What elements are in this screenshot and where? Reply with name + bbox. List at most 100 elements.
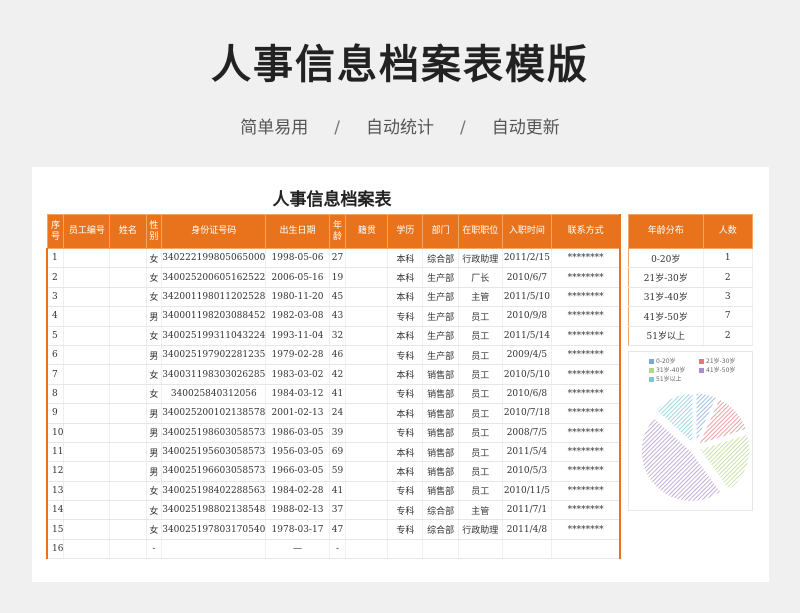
- table-row: 14 女 340025198802138548 1988-02-13 37 专科 综合部 主管…: [46, 500, 621, 521]
- table-cell: 59: [329, 461, 347, 482]
- table-cell: [63, 248, 111, 269]
- table-cell: ********: [551, 442, 621, 463]
- column-header: 出生日期: [265, 214, 330, 249]
- table-cell: [63, 423, 111, 443]
- pie-chart-svg: [640, 392, 751, 502]
- table-cell: 专科: [387, 481, 424, 502]
- legend-label: 51岁以上: [656, 376, 682, 383]
- column-header: 序号: [46, 214, 65, 249]
- table-cell: 21岁-30岁: [628, 267, 704, 288]
- table-cell: [109, 364, 147, 385]
- table-cell: 340025840312056: [161, 384, 267, 405]
- table-cell: 2010/5/10: [502, 364, 553, 385]
- table-cell: [109, 345, 147, 366]
- table-cell: 本科: [387, 403, 424, 424]
- table-cell: [345, 500, 389, 521]
- column-header: 学历: [387, 214, 424, 249]
- table-cell: 员工: [458, 403, 503, 424]
- table-row: 51岁以上 2: [628, 326, 754, 346]
- table-cell: [109, 481, 147, 502]
- table-cell: 41岁-50岁: [628, 306, 704, 327]
- table-cell: 女: [146, 326, 163, 346]
- table-cell: 主管: [458, 287, 503, 308]
- table-cell: [63, 461, 111, 482]
- column-header: 身份证号码: [161, 214, 267, 249]
- table-cell: [345, 364, 389, 385]
- table-cell: 生产部: [422, 306, 459, 327]
- table-cell: ********: [551, 248, 621, 269]
- table-cell: [63, 384, 111, 405]
- column-header: 人数: [702, 214, 754, 249]
- table-cell: 0-20岁: [628, 248, 704, 269]
- table-cell: 销售部: [422, 481, 459, 502]
- table-cell: 1982-03-08: [265, 306, 330, 327]
- table-cell: 340025196603058573: [161, 461, 267, 482]
- page-title: 人事信息档案表模版: [211, 42, 589, 88]
- table-cell: [109, 248, 147, 269]
- table-cell: 340025200605162522: [161, 267, 267, 288]
- table-cell: 340025200102138578: [161, 403, 267, 424]
- table-cell: 69: [329, 442, 347, 463]
- table-cell: 1978-03-17: [265, 519, 330, 540]
- table-cell: 员工: [458, 326, 503, 346]
- table-cell: 综合部: [422, 519, 459, 540]
- column-header: 入职时间: [501, 214, 553, 249]
- legend-item: 31岁-40岁: [649, 365, 685, 374]
- table-cell: 342001198011202528: [161, 287, 267, 308]
- table-cell: 行政助理: [458, 519, 503, 540]
- table-cell: 行政助理: [458, 248, 503, 269]
- table-cell: 员工: [458, 384, 503, 405]
- table-cell: ********: [551, 519, 621, 540]
- column-header: 籍贯: [345, 214, 389, 249]
- table-cell: 340031198303026285: [161, 364, 267, 385]
- table-cell: 主管: [458, 500, 503, 521]
- table-cell: [345, 442, 389, 463]
- table-cell: ********: [551, 306, 621, 327]
- table-cell: [63, 442, 111, 463]
- table-cell: 销售部: [422, 384, 459, 405]
- table-cell: [458, 539, 503, 560]
- table-cell: 31岁-40岁: [628, 287, 704, 308]
- table-cell: ********: [551, 345, 621, 366]
- column-header: 员工编号: [63, 214, 111, 249]
- table-cell: 1984-03-12: [265, 384, 330, 405]
- column-header: 部门: [422, 214, 459, 249]
- table-cell: 综合部: [422, 500, 459, 521]
- table-cell: 11: [46, 442, 65, 463]
- table-cell: 2010/6/7: [502, 267, 553, 288]
- table-cell: [422, 539, 459, 560]
- table-cell: [161, 539, 267, 560]
- legend-item: 21岁-30岁: [699, 356, 735, 365]
- table-cell: 43: [329, 306, 347, 327]
- table-cell: [63, 306, 111, 327]
- table-row: 2 女 340025200605162522 2006-05-16 19 本科 生产部 厂长 2…: [46, 267, 621, 288]
- table-cell: 销售部: [422, 403, 459, 424]
- table-cell: ********: [551, 403, 621, 424]
- table-cell: [109, 539, 147, 560]
- legend-item: 41岁-50岁: [699, 365, 735, 374]
- table-cell: 2011/7/1: [502, 500, 553, 521]
- table-cell: 2010/7/18: [502, 403, 553, 424]
- column-header: 性别: [145, 214, 163, 249]
- table-cell: [109, 287, 147, 308]
- legend-label: 0-20岁: [656, 358, 676, 365]
- table-cell: 员工: [458, 364, 503, 385]
- sheet-title: 人事信息档案表: [272, 190, 392, 210]
- table-cell: 3: [46, 287, 65, 308]
- table-cell: 专科: [387, 423, 424, 443]
- table-cell: [63, 267, 111, 288]
- table-cell: 2001-02-13: [265, 403, 330, 424]
- table-row: 8 女 340025840312056 1984-03-12 41 专科 销售部 员工 2010…: [46, 384, 621, 405]
- table-cell: [63, 364, 111, 385]
- table-cell: —: [265, 539, 330, 560]
- table-cell: 2011/2/15: [502, 248, 553, 269]
- table-cell: [63, 403, 111, 424]
- table-cell: 专科: [387, 384, 424, 405]
- table-cell: 生产部: [422, 345, 459, 366]
- table-cell: 39: [329, 423, 347, 443]
- table-cell: 2: [46, 267, 65, 288]
- table-cell: [345, 423, 389, 443]
- table-cell: 综合部: [422, 248, 459, 269]
- table-cell: 男: [146, 423, 163, 443]
- table-cell: 12: [46, 461, 65, 482]
